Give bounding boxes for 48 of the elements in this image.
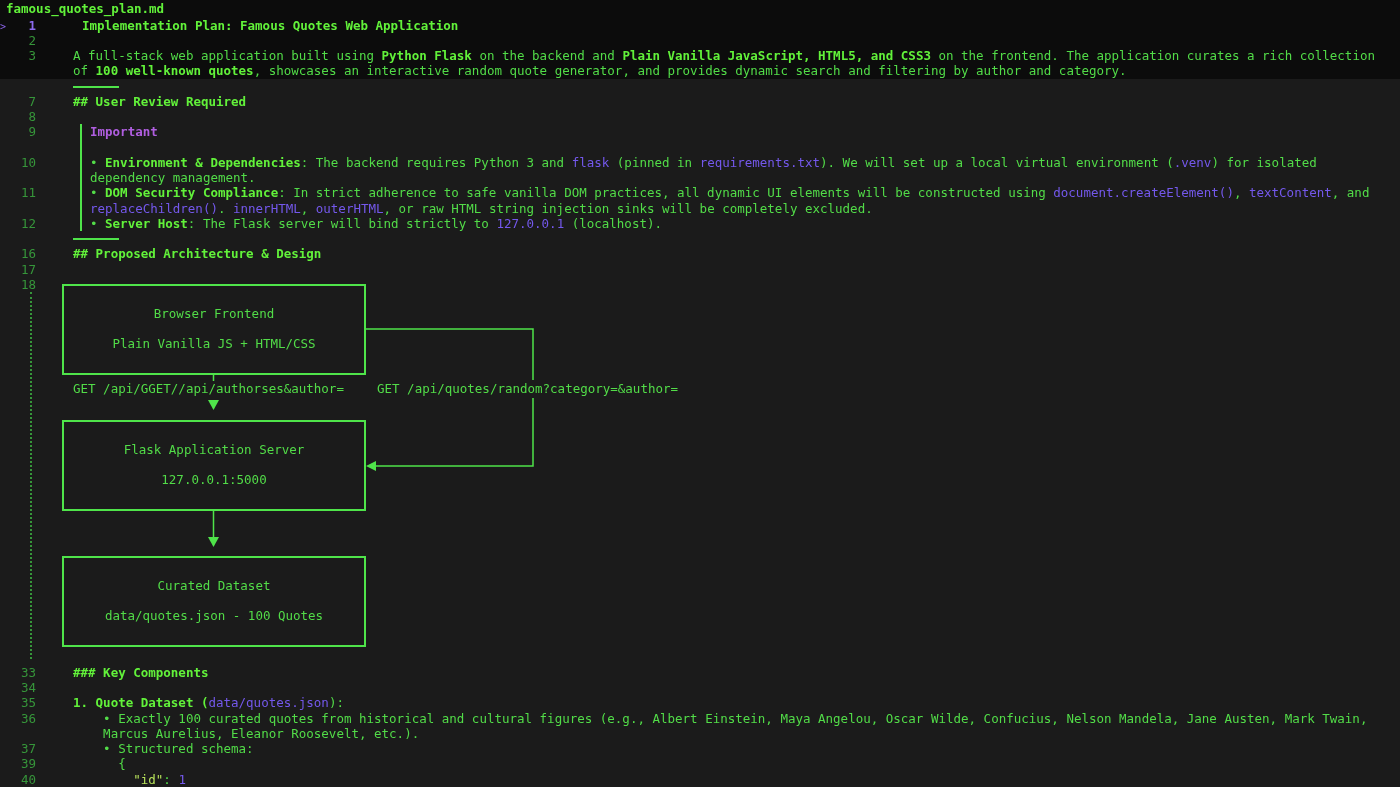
line-number: 39 (20, 756, 36, 772)
callout-text: • DOM Security Compliance: In strict adherence to safe vanilla DOM practices, all dynamic UI elements will be constructed using document.createElement(), textContent, and (90, 185, 1370, 201)
node-subtitle: Plain Vanilla JS + HTML/CSS (112, 336, 316, 352)
line-number: 40 (20, 771, 36, 787)
text-line: • Structured schema: (102, 741, 254, 756)
line-number: 37 (20, 741, 36, 756)
line-number: 11 (20, 185, 36, 201)
section-heading: ## Proposed Architecture & Design (73, 246, 322, 262)
line-number: 9 (28, 124, 36, 140)
node-subtitle: data/quotes.json - 100 Quotes (104, 608, 324, 624)
document-title: Implementation Plan: Famous Quotes Web Application (82, 17, 459, 33)
section-heading: ### Key Components (73, 664, 209, 680)
section-heading: ## User Review Required (73, 93, 247, 109)
line-number: 17 (20, 261, 36, 277)
text-line: • Exactly 100 curated quotes from historical and cultural figures (e.g., Albert Einstein, Maya Angelou, Oscar Wilde, Confucius, Nelson Mandela, Jane Austen, Mark Twain, (102, 710, 1368, 726)
file-name: famous_quotes_plan.md (6, 1, 165, 16)
line-number: 10 (20, 154, 36, 170)
text-line: A full-stack web application built using Python Flask on the backend and Plain Vanilla JavaScript, HTML5, and CSS3 on the frontend. The application curates a rich collection (73, 48, 1375, 63)
line-number: 12 (20, 215, 36, 231)
text-line: of 100 well-known quotes, showcases an interactive random quote generator, and provides dynamic search and filtering by author and category. (73, 63, 1127, 79)
line-number: 16 (20, 246, 36, 262)
line-number: 33 (20, 664, 36, 680)
cursor-marker: > (0, 20, 7, 32)
arrowhead (208, 399, 219, 410)
edge-label: GET /api/GGET//api/authorses&author= (73, 380, 344, 396)
text-line: 1. Quote Dataset (data/quotes.json): (73, 695, 344, 711)
callout-label: Important (90, 124, 158, 140)
callout-text: dependency management. (90, 170, 256, 185)
line-number: 3 (28, 48, 36, 63)
line-number: 2 (28, 32, 36, 48)
line-number: 36 (20, 710, 36, 726)
line-number: 34 (20, 680, 36, 695)
text-line: { (117, 756, 126, 772)
text-line: "id": 1 (132, 771, 186, 787)
callout-text: • Environment & Dependencies: The backend requires Python 3 and flask (pinned in requirements.txt). We will set up a local virtual environment (.venv) for isolated (90, 154, 1317, 170)
line-number: 1 (28, 17, 36, 33)
edge-label: GET /api/quotes/random?category=&author= (377, 380, 679, 396)
text-line: Marcus Aurelius, Eleanor Roosevelt, etc.). (102, 725, 420, 741)
line-number: 8 (28, 109, 36, 124)
node-title: Curated Dataset (157, 577, 271, 593)
node-title: Browser Frontend (153, 305, 275, 321)
callout-text: • Server Host: The Flask server will bind strictly to 127.0.0.1 (localhost). (90, 215, 662, 231)
node-subtitle: 127.0.0.1:5000 (161, 472, 267, 488)
line-number: 7 (28, 93, 36, 109)
line-number: 18 (20, 276, 36, 292)
line-number: 35 (20, 695, 36, 711)
node-title: Flask Application Server (123, 441, 305, 457)
callout-text: replaceChildren(). innerHTML, outerHTML, or raw HTML string injection sinks will be completely excluded. (90, 200, 873, 216)
